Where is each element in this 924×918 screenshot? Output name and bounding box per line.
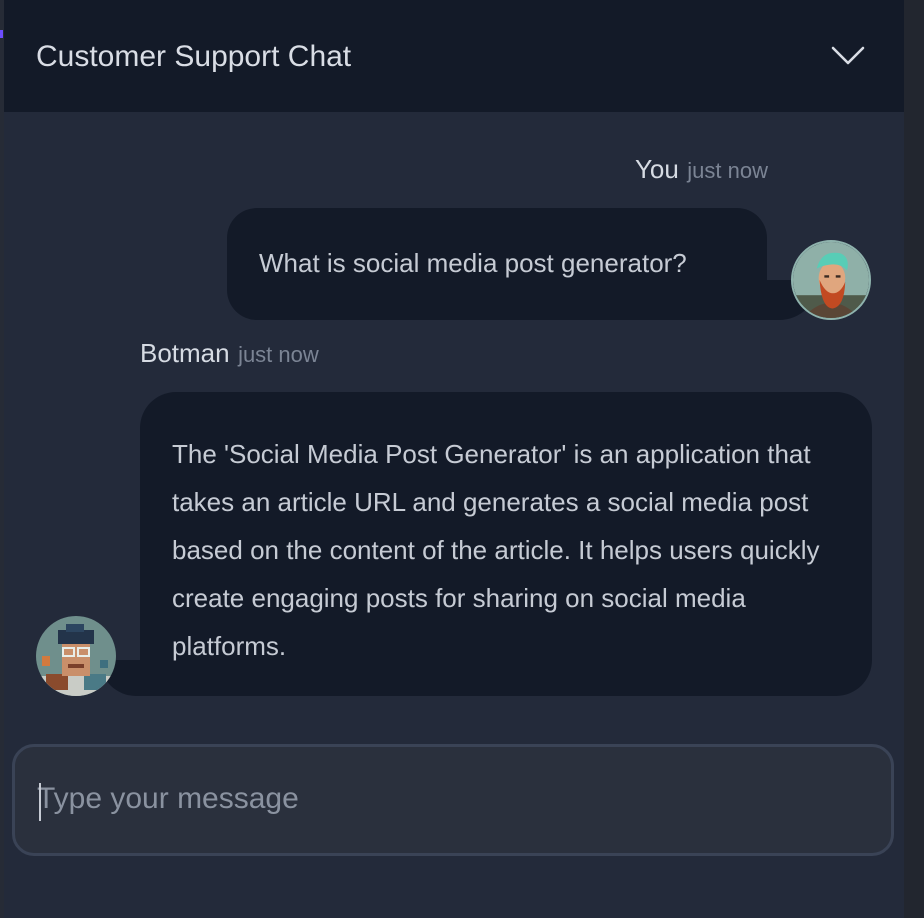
- message-input[interactable]: [37, 769, 857, 829]
- right-edge: [904, 0, 924, 918]
- bot-message-author: Botman: [140, 338, 230, 368]
- message-composer: [12, 744, 894, 856]
- user-message-bubble: What is social media post generator?: [227, 208, 767, 320]
- chat-title: Customer Support Chat: [36, 40, 352, 73]
- user-message-time: just now: [687, 158, 768, 183]
- user-avatar: [791, 240, 871, 320]
- collapse-button[interactable]: [824, 36, 872, 76]
- bot-avatar: [36, 616, 116, 696]
- chat-header: Customer Support Chat: [4, 0, 904, 112]
- user-message-meta: You just now: [635, 154, 768, 185]
- bot-message-bubble: The 'Social Media Post Generator' is an …: [140, 392, 872, 696]
- accent-marker: [0, 30, 3, 38]
- user-message-author: You: [634, 154, 679, 184]
- chat-page: Customer Support Chat You just now What …: [0, 0, 924, 918]
- bot-message-time: just now: [238, 342, 319, 367]
- chat-panel: Customer Support Chat You just now What …: [4, 0, 904, 918]
- chevron-down-icon: [831, 46, 865, 65]
- bot-message-meta: Botman just now: [140, 338, 319, 369]
- text-caret: [39, 783, 41, 821]
